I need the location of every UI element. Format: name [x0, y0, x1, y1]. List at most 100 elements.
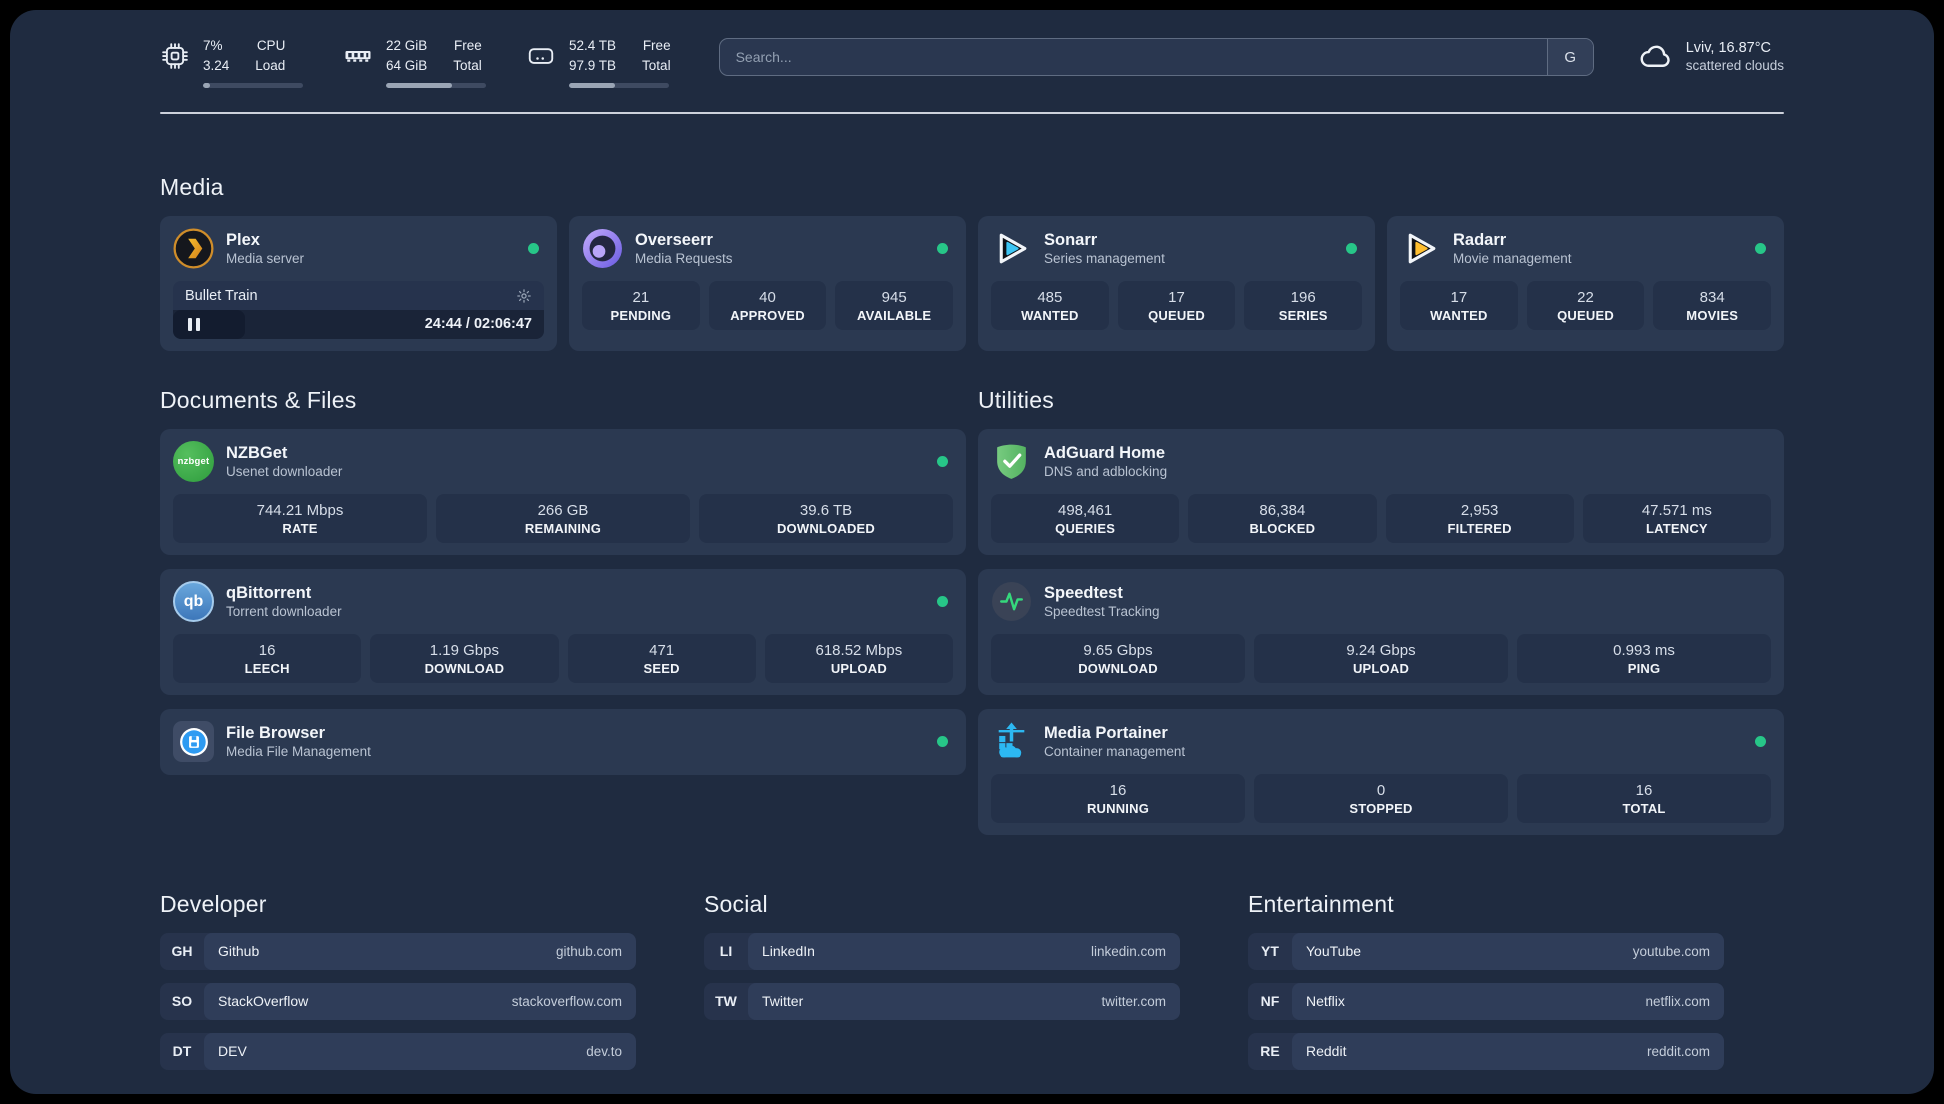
adguard-icon	[991, 441, 1032, 482]
cpu-stat: 7% 3.24 CPU Load	[160, 36, 303, 88]
link-url: dev.to	[586, 1043, 622, 1059]
link-abbr: YT	[1261, 943, 1279, 959]
link-linkedin[interactable]: LI LinkedIn linkedin.com	[704, 932, 1180, 970]
link-label: LinkedIn	[762, 943, 815, 959]
link-label: Netflix	[1306, 993, 1345, 1009]
speedtest-icon	[991, 581, 1032, 622]
nzbget-subtitle: Usenet downloader	[226, 464, 343, 479]
overseerr-card[interactable]: Overseerr Media Requests 21 PENDING 40 A…	[569, 215, 966, 351]
speedtest-subtitle: Speedtest Tracking	[1044, 604, 1160, 619]
weather-condition: scattered clouds	[1685, 57, 1784, 73]
section-title-documents: Documents & Files	[160, 386, 357, 413]
weather-location: Lviv, 16.87°C	[1685, 39, 1772, 56]
cpu-values: 7% 3.24	[203, 38, 230, 74]
link-netflix[interactable]: NF Netflix netflix.com	[1248, 982, 1724, 1020]
link-label: StackOverflow	[218, 993, 309, 1009]
stat-approved: 40 APPROVED	[708, 280, 827, 330]
media-grid: Plex Media server Bullet Train 24:44 / 0…	[160, 215, 1784, 351]
stat-stopped: 0 STOPPED	[1254, 773, 1508, 823]
link-abbr: DT	[172, 1043, 192, 1059]
plex-card[interactable]: Plex Media server Bullet Train 24:44 / 0…	[160, 215, 557, 351]
dashboard: 7% 3.24 CPU Load 22 GiB 64 GiB Free Tota…	[10, 10, 1934, 1094]
storage-values: 52.4 TB 97.9 TB	[569, 38, 617, 74]
filebrowser-card[interactable]: File Browser Media File Management	[160, 708, 966, 775]
link-url: netflix.com	[1645, 993, 1710, 1009]
link-youtube[interactable]: YT YouTube youtube.com	[1248, 932, 1724, 970]
now-playing-title: Bullet Train	[185, 287, 258, 304]
adguard-card[interactable]: AdGuard Home DNS and adblocking 498,461 …	[978, 428, 1784, 555]
radarr-status-dot	[1755, 243, 1766, 254]
playback-progress-bar[interactable]: 24:44 / 02:06:47	[173, 309, 544, 339]
portainer-subtitle: Container management	[1044, 744, 1186, 759]
pause-button[interactable]	[173, 309, 245, 339]
radarr-name: Radarr	[1453, 231, 1507, 249]
stat-filtered: 2,953 FILTERED	[1385, 493, 1574, 543]
storage-progress-bar	[569, 82, 669, 88]
developer-section: Developer GH Github github.com SO StackO…	[160, 891, 636, 1083]
link-abbr: RE	[1260, 1043, 1280, 1059]
link-abbr: TW	[715, 993, 737, 1009]
overseerr-name: Overseerr	[635, 231, 713, 249]
stat-seed: 471 SEED	[567, 633, 756, 683]
link-dev[interactable]: DT DEV dev.to	[160, 1032, 636, 1070]
cpu-labels: CPU Load	[255, 38, 286, 74]
portainer-name: Media Portainer	[1044, 724, 1168, 742]
sonarr-icon	[991, 228, 1032, 269]
portainer-status-dot	[1755, 736, 1766, 747]
weather-widget[interactable]: Lviv, 16.87°C scattered clouds	[1638, 38, 1784, 74]
filebrowser-status-dot	[937, 736, 948, 747]
link-label: Github	[218, 943, 260, 959]
link-github[interactable]: GH Github github.com	[160, 932, 636, 970]
overseerr-icon	[582, 228, 623, 269]
radarr-subtitle: Movie management	[1453, 251, 1572, 266]
header: 7% 3.24 CPU Load 22 GiB 64 GiB Free Tota…	[160, 36, 1784, 88]
memory-stat: 22 GiB 64 GiB Free Total	[343, 36, 486, 88]
nzbget-name: NZBGet	[226, 444, 288, 462]
section-title-media: Media	[160, 173, 224, 200]
disk-icon	[528, 48, 554, 65]
link-url: twitter.com	[1101, 993, 1166, 1009]
stat-upload: 618.52 Mbps UPLOAD	[764, 633, 953, 683]
link-url: linkedin.com	[1090, 943, 1166, 959]
stat-queued: 17 QUEUED	[1117, 280, 1236, 330]
link-url: github.com	[555, 943, 622, 959]
plex-now-playing: Bullet Train 24:44 / 02:06:47	[173, 280, 544, 339]
search-engine-button[interactable]: G	[1546, 39, 1593, 75]
gear-icon[interactable]	[516, 288, 532, 304]
radarr-card[interactable]: Radarr Movie management 17 WANTED 22 QUE…	[1387, 215, 1784, 351]
stat-remaining: 266 GB REMAINING	[436, 493, 690, 543]
section-title-social: Social	[704, 890, 768, 917]
stat-movies: 834 MOVIES	[1653, 280, 1772, 330]
stat-total: 16 TOTAL	[1517, 773, 1771, 823]
nzbget-status-dot	[937, 456, 948, 467]
stat-download: 9.65 Gbps DOWNLOAD	[991, 633, 1245, 683]
qbittorrent-card[interactable]: qb qBittorrent Torrent downloader 16 LEE…	[160, 568, 966, 695]
search-input[interactable]	[719, 39, 1547, 75]
link-url: stackoverflow.com	[511, 993, 622, 1009]
stat-download: 1.19 Gbps DOWNLOAD	[370, 633, 559, 683]
documents-column: Documents & Files nzbget NZBGet Usenet d…	[160, 387, 966, 835]
link-reddit[interactable]: RE Reddit reddit.com	[1248, 1032, 1724, 1070]
speedtest-card[interactable]: Speedtest Speedtest Tracking 9.65 Gbps D…	[978, 568, 1784, 695]
nzbget-card[interactable]: nzbget NZBGet Usenet downloader 744.21 M…	[160, 428, 966, 555]
link-url: youtube.com	[1632, 943, 1710, 959]
portainer-card[interactable]: Media Portainer Container management 16 …	[978, 708, 1784, 835]
memory-progress-bar	[386, 82, 486, 88]
link-label: Reddit	[1306, 1043, 1347, 1059]
link-label: Twitter	[762, 993, 804, 1009]
sonarr-card[interactable]: Sonarr Series management 485 WANTED 17 Q…	[978, 215, 1375, 351]
link-stackoverflow[interactable]: SO StackOverflow stackoverflow.com	[160, 982, 636, 1020]
section-title-developer: Developer	[160, 890, 267, 917]
sonarr-name: Sonarr	[1044, 231, 1098, 249]
link-abbr: GH	[171, 943, 193, 959]
filebrowser-name: File Browser	[226, 724, 326, 742]
link-twitter[interactable]: TW Twitter twitter.com	[704, 982, 1180, 1020]
search-bar: G	[718, 38, 1594, 76]
link-label: DEV	[218, 1043, 247, 1059]
link-abbr: LI	[719, 943, 733, 959]
qbittorrent-name: qBittorrent	[226, 584, 312, 602]
link-abbr: NF	[1260, 993, 1280, 1009]
stat-downloaded: 39.6 TB DOWNLOADED	[699, 493, 953, 543]
link-abbr: SO	[171, 993, 193, 1009]
utilities-column: Utilities AdGuard Home DNS and adblockin…	[978, 387, 1784, 835]
